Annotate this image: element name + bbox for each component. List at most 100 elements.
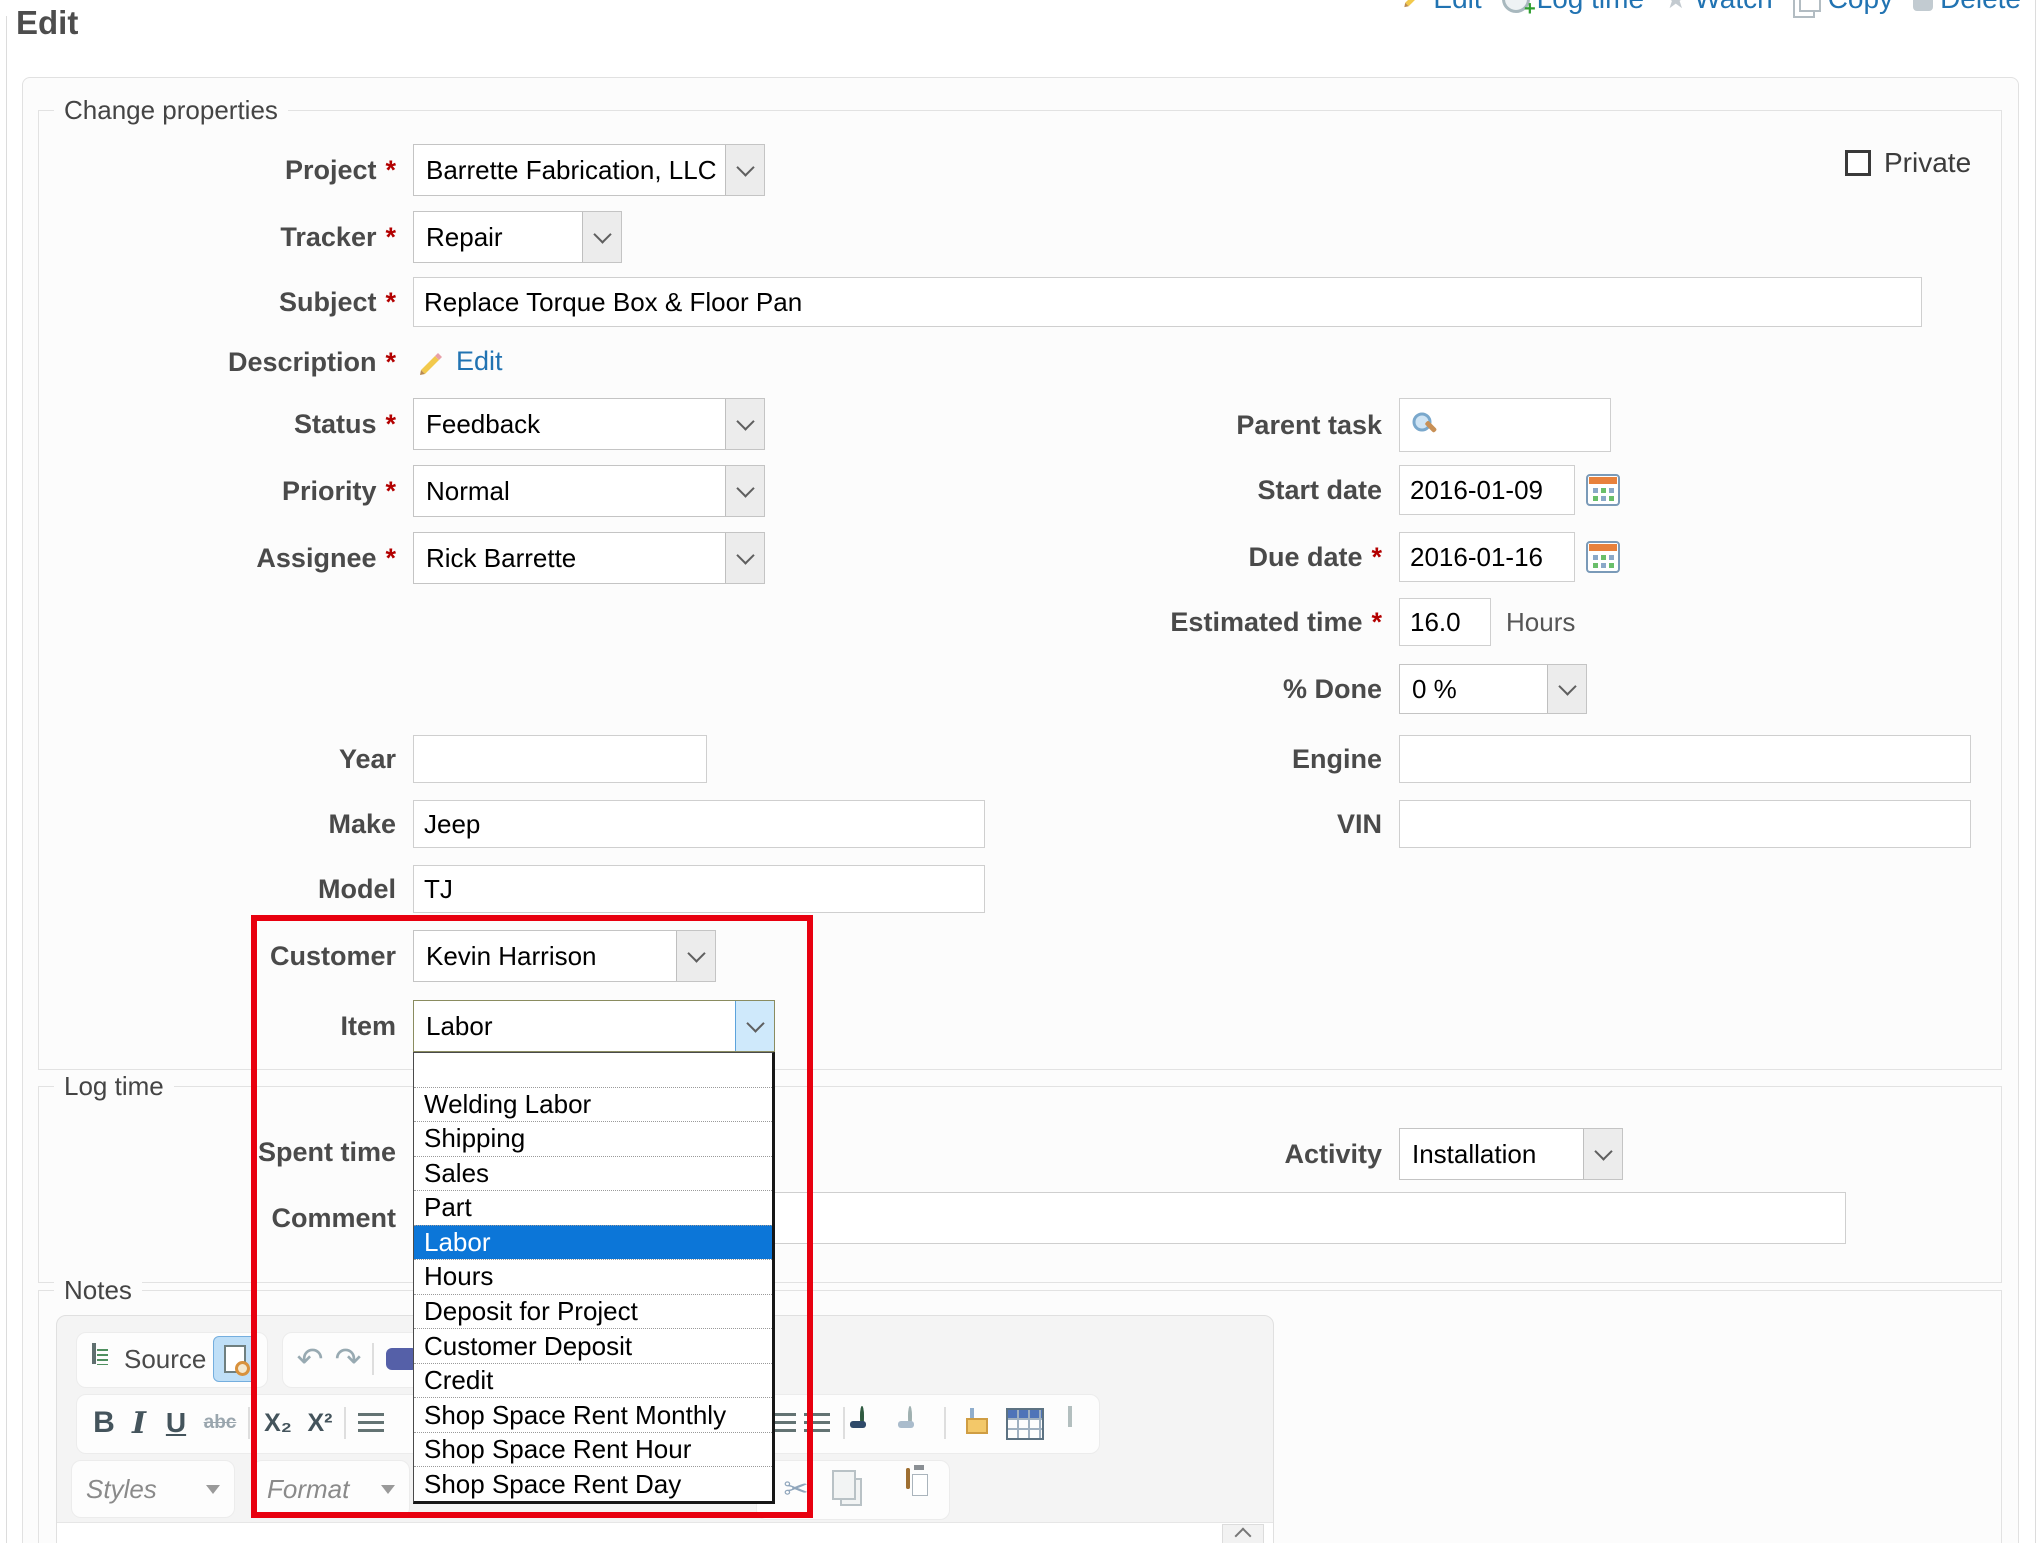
activity-select-value: Installation — [1400, 1129, 1583, 1179]
percent-done-label: % Done — [900, 664, 1382, 714]
model-input[interactable] — [413, 865, 985, 913]
context-watch-label: Watch — [1694, 0, 1772, 15]
search-icon — [1410, 410, 1440, 445]
tracker-label: Tracker* — [38, 211, 396, 263]
clock-plus-icon — [1502, 0, 1530, 13]
tracker-select-value: Repair — [414, 212, 582, 262]
chevron-down-icon[interactable] — [1547, 665, 1586, 713]
content-left-border — [6, 16, 7, 1543]
underline-icon[interactable] — [158, 1394, 194, 1452]
change-properties-legend: Change properties — [54, 94, 288, 126]
assignee-label: Assignee* — [38, 532, 396, 584]
pencil-icon — [415, 346, 445, 381]
project-select-value: Barrette Fabrication, LLC — [414, 145, 725, 195]
private-label: Private — [1884, 150, 1971, 176]
estimated-time-input[interactable] — [1399, 598, 1491, 646]
project-select[interactable]: Barrette Fabrication, LLC — [413, 144, 765, 196]
page-title: Edit — [16, 4, 78, 42]
context-toolbar: Edit Log time Watch Copy Delete — [1400, 0, 2021, 15]
context-edit-link[interactable]: Edit — [1400, 0, 1481, 15]
editor-scroll-up-button[interactable] — [1222, 1524, 1264, 1543]
assignee-select-value: Rick Barrette — [414, 533, 725, 583]
engine-label: Engine — [900, 735, 1382, 783]
unlink-icon[interactable] — [908, 1406, 912, 1427]
calendar-icon[interactable] — [1586, 539, 1620, 578]
copy-icon — [1799, 0, 1821, 12]
notes-editor-content[interactable] — [57, 1522, 1273, 1543]
private-checkbox[interactable] — [1845, 150, 1871, 176]
source-button[interactable]: Source — [124, 1332, 206, 1386]
year-label: Year — [38, 735, 396, 783]
vin-label: VIN — [900, 800, 1382, 848]
chevron-down-icon[interactable] — [1583, 1129, 1622, 1179]
context-copy-label: Copy — [1828, 0, 1893, 15]
styles-dropdown[interactable]: Styles — [71, 1460, 235, 1518]
due-date-input[interactable] — [1399, 532, 1575, 582]
year-input[interactable] — [413, 735, 707, 783]
parent-task-label: Parent task — [900, 398, 1382, 452]
trash-icon — [1913, 0, 1933, 11]
subject-label: Subject* — [38, 277, 396, 327]
table-icon[interactable] — [1006, 1408, 1044, 1440]
assignee-select[interactable]: Rick Barrette — [413, 532, 765, 584]
copy-icon[interactable] — [832, 1470, 856, 1500]
status-label: Status* — [38, 398, 396, 450]
context-log-time-link[interactable]: Log time — [1502, 0, 1644, 15]
priority-select[interactable]: Normal — [413, 465, 765, 517]
strikethrough-icon[interactable] — [198, 1394, 242, 1452]
chevron-down-icon[interactable] — [725, 466, 764, 516]
priority-select-value: Normal — [414, 466, 725, 516]
toolbar-separator — [248, 1407, 250, 1439]
image-icon[interactable] — [970, 1408, 974, 1429]
link-icon[interactable] — [860, 1406, 864, 1427]
toolbar-separator — [944, 1407, 946, 1439]
status-select-value: Feedback — [414, 399, 725, 449]
description-edit-link[interactable]: Edit — [456, 346, 503, 377]
notes-legend: Notes — [54, 1274, 142, 1306]
tracker-select[interactable]: Repair — [413, 211, 622, 263]
chevron-down-icon[interactable] — [725, 399, 764, 449]
vin-input[interactable] — [1399, 800, 1971, 848]
source-icon[interactable] — [92, 1343, 96, 1364]
project-label: Project* — [38, 144, 396, 196]
star-icon — [1664, 0, 1687, 15]
chevron-down-icon[interactable] — [582, 212, 621, 262]
chevron-down-icon[interactable] — [725, 533, 764, 583]
make-label: Make — [38, 800, 396, 848]
italic-icon[interactable] — [124, 1394, 154, 1452]
estimated-time-unit: Hours — [1506, 598, 1575, 646]
percent-done-select[interactable]: 0 % — [1399, 664, 1587, 714]
percent-done-select-value: 0 % — [1400, 665, 1547, 713]
model-label: Model — [38, 865, 396, 913]
due-date-label: Due date* — [900, 532, 1382, 582]
document-search-icon — [224, 1345, 246, 1373]
chevron-down-icon — [206, 1485, 220, 1494]
estimated-time-label: Estimated time* — [900, 598, 1382, 646]
chevron-down-icon[interactable] — [725, 145, 764, 195]
engine-input[interactable] — [1399, 735, 1971, 783]
status-select[interactable]: Feedback — [413, 398, 765, 450]
activity-select[interactable]: Installation — [1399, 1128, 1623, 1180]
priority-label: Priority* — [38, 465, 396, 517]
context-edit-label: Edit — [1433, 0, 1481, 15]
calendar-icon[interactable] — [1586, 472, 1620, 511]
context-watch-link[interactable]: Watch — [1664, 0, 1773, 15]
issue-edit-page: Edit Log time Watch Copy Delete Edit Cha… — [0, 0, 2039, 1543]
content-right-border — [2035, 0, 2036, 1543]
chevron-up-icon — [1235, 1528, 1252, 1543]
start-date-input[interactable] — [1399, 465, 1575, 515]
subject-input[interactable] — [413, 277, 1922, 327]
activity-label: Activity — [900, 1128, 1382, 1180]
paste-icon[interactable] — [906, 1468, 910, 1489]
context-log-time-label: Log time — [1537, 0, 1644, 15]
pencil-icon — [1400, 0, 1426, 15]
context-delete-label: Delete — [1940, 0, 2021, 15]
annotation-red-rectangle — [251, 915, 813, 1518]
bold-icon[interactable] — [86, 1394, 122, 1452]
description-label: Description* — [38, 340, 396, 384]
context-copy-link[interactable]: Copy — [1793, 0, 1893, 15]
toolbar-separator — [843, 1407, 845, 1439]
horizontal-rule-icon[interactable] — [1068, 1406, 1072, 1427]
context-delete-link[interactable]: Delete — [1913, 0, 2021, 15]
start-date-label: Start date — [900, 465, 1382, 515]
